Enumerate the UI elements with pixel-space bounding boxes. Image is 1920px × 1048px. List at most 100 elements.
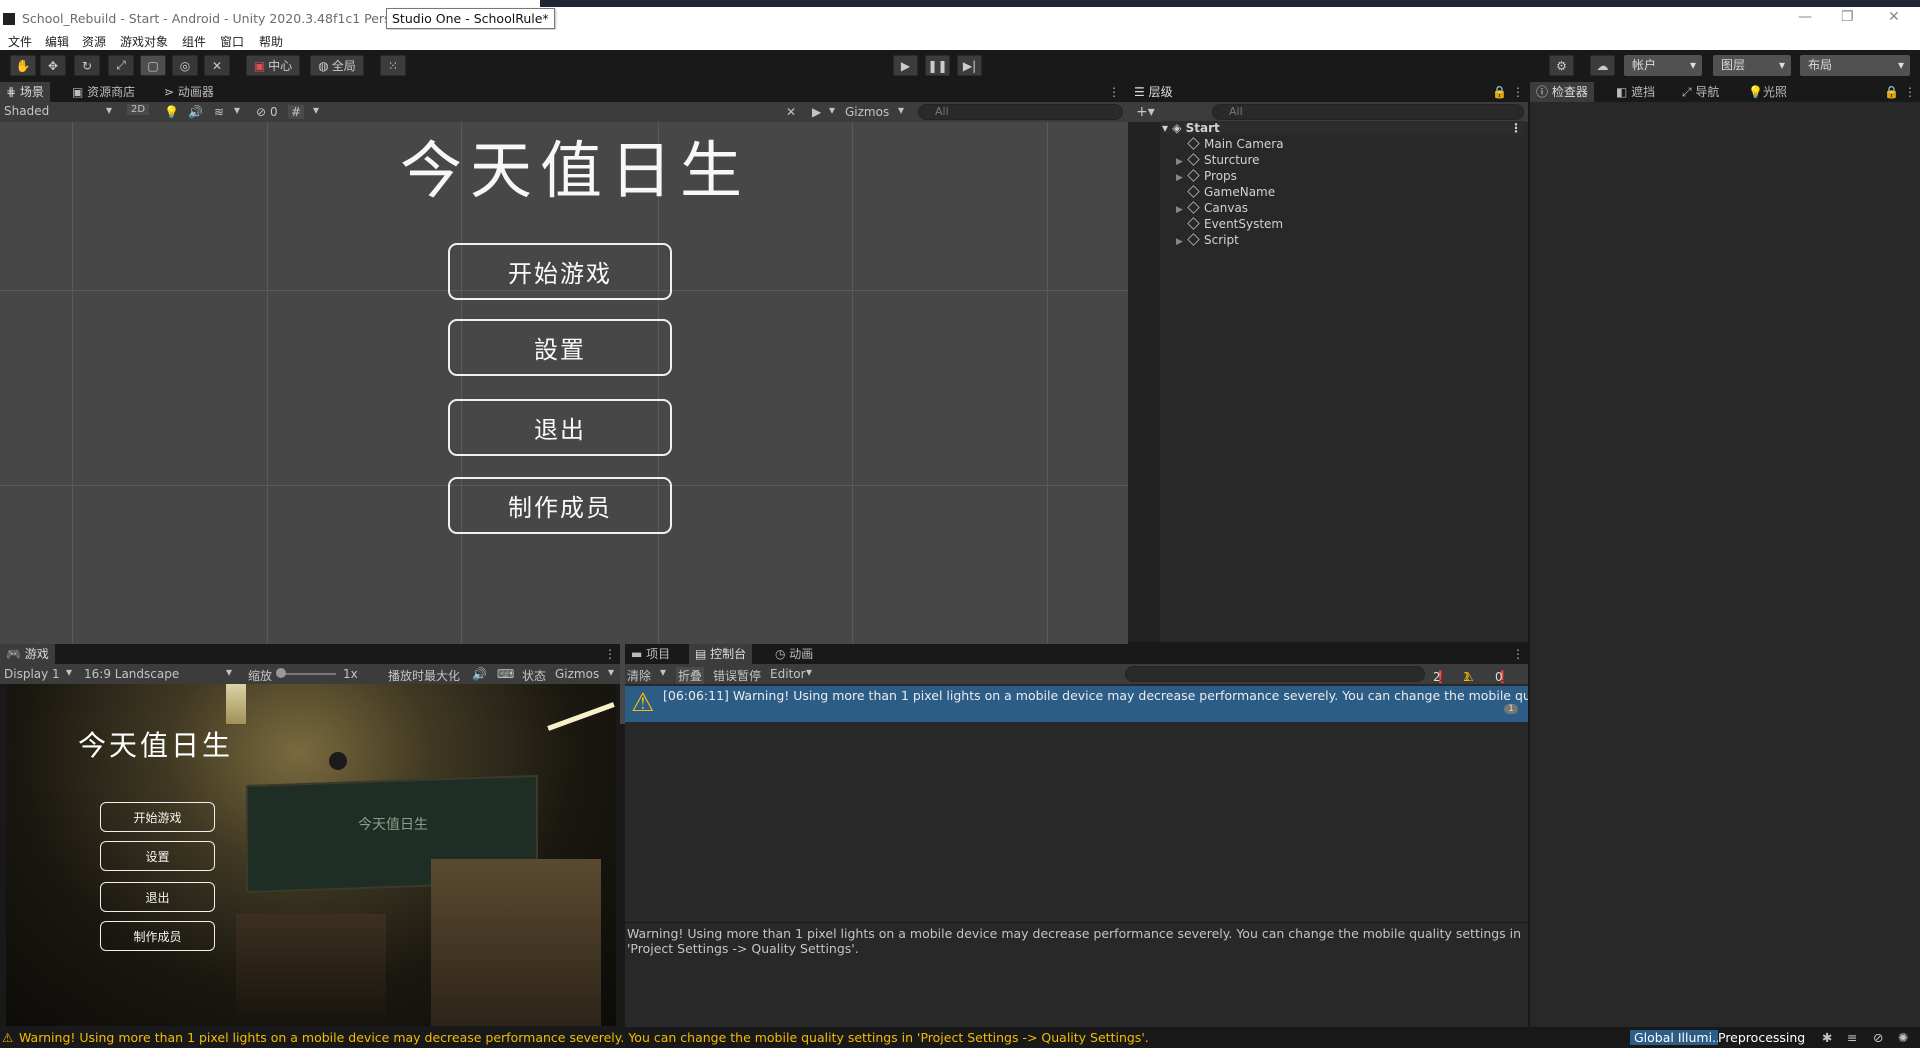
stats-toggle[interactable]: 状态 bbox=[522, 667, 546, 684]
menu-window[interactable]: 窗口 bbox=[220, 33, 244, 50]
hidden-objects-icon[interactable]: ⊘ bbox=[256, 105, 266, 119]
scene-start-button[interactable]: 开始游戏 bbox=[448, 243, 672, 300]
tab-scene[interactable]: ⋕ 场景 bbox=[0, 82, 50, 102]
collapse-toggle[interactable]: 折叠 bbox=[676, 667, 705, 684]
effects-icon[interactable]: ≋ bbox=[214, 105, 224, 119]
cloud-icon[interactable]: ☁ bbox=[1590, 55, 1615, 76]
hierarchy-item[interactable]: GameName bbox=[1176, 185, 1275, 199]
close-button[interactable]: ✕ bbox=[1888, 9, 1900, 25]
hierarchy-search-input[interactable]: All bbox=[1212, 104, 1524, 120]
hierarchy-item[interactable]: ▶ Script bbox=[1176, 233, 1239, 247]
expand-arrow-icon[interactable]: ▶ bbox=[1176, 173, 1188, 183]
scene-viewport[interactable]: 今天值日生 开始游戏 設置 退出 制作成员 bbox=[0, 122, 1128, 724]
display-dropdown[interactable]: Display 1 bbox=[4, 667, 60, 681]
game-settings-button[interactable]: 设置 bbox=[100, 841, 215, 871]
tab-project[interactable]: ▬ 项目 bbox=[631, 644, 670, 664]
scene-search-input[interactable]: All bbox=[918, 104, 1123, 120]
auto-generate-icon[interactable]: ⊘ bbox=[1873, 1030, 1883, 1045]
scale-slider-handle[interactable] bbox=[276, 668, 286, 678]
expand-arrow-icon[interactable]: ▶ bbox=[1176, 237, 1188, 247]
mute-audio-icon[interactable]: 🔊 bbox=[472, 667, 487, 681]
scale-slider[interactable] bbox=[278, 673, 336, 675]
lock-icon[interactable]: 🔒 bbox=[1492, 82, 1507, 102]
move-tool-icon[interactable]: ✥ bbox=[40, 55, 66, 76]
menu-file[interactable]: 文件 bbox=[8, 33, 32, 50]
tab-hierarchy[interactable]: ☰ 层级 bbox=[1128, 82, 1528, 102]
menu-gameobject[interactable]: 游戏对象 bbox=[120, 33, 168, 50]
tab-asset-store[interactable]: ▣ 资源商店 bbox=[72, 82, 135, 102]
2d-toggle[interactable]: 2D bbox=[127, 104, 150, 115]
lock-icon[interactable]: 🔒 bbox=[1884, 82, 1899, 102]
cache-icon[interactable]: ≡ bbox=[1847, 1030, 1857, 1045]
transform-tool-icon[interactable]: ◎ bbox=[172, 55, 198, 76]
aspect-dropdown[interactable]: 16:9 Landscape bbox=[84, 667, 179, 681]
scene-root-row[interactable]: ▾ ◈ Start ⋮ bbox=[1162, 121, 1524, 135]
game-start-button[interactable]: 开始游戏 bbox=[100, 802, 215, 832]
scene-settings-button[interactable]: 設置 bbox=[448, 319, 672, 376]
hierarchy-item[interactable]: Main Camera bbox=[1176, 137, 1284, 151]
debug-icon[interactable]: ✱ bbox=[1822, 1030, 1832, 1045]
tab-lighting[interactable]: 💡光照 bbox=[1748, 82, 1787, 102]
scene-menu-icon[interactable]: ⋮ bbox=[1510, 121, 1522, 135]
clear-button[interactable]: 清除 bbox=[627, 667, 651, 684]
collab-icon[interactable]: ⚙ bbox=[1549, 55, 1574, 76]
custom-tool-icon[interactable]: ✕ bbox=[204, 55, 230, 76]
restore-button[interactable]: ❐ bbox=[1841, 9, 1854, 25]
layers-dropdown[interactable]: 图层 ▾ bbox=[1713, 55, 1791, 76]
maximize-on-play-toggle[interactable]: 播放时最大化 bbox=[388, 667, 460, 684]
keyboard-icon[interactable]: ⌨ bbox=[497, 667, 514, 681]
light-icon[interactable]: 💡 bbox=[164, 105, 179, 119]
scene-exit-button[interactable]: 退出 bbox=[448, 399, 672, 456]
console-entry-row[interactable]: ⚠ [06:06:11] Warning! Using more than 1 … bbox=[625, 686, 1528, 722]
game-credits-button[interactable]: 制作成员 bbox=[100, 921, 215, 951]
layout-dropdown[interactable]: 布局 ▾ bbox=[1800, 55, 1910, 76]
play-button[interactable]: ▶ bbox=[893, 55, 918, 76]
panel-menu-icon[interactable]: ⋮ bbox=[1512, 82, 1524, 102]
global-toggle[interactable]: ◍ 全局 bbox=[310, 55, 364, 76]
game-exit-button[interactable]: 退出 bbox=[100, 882, 215, 912]
console-search-input[interactable] bbox=[1125, 666, 1425, 682]
tab-animation[interactable]: ◷ 动画 bbox=[775, 644, 813, 664]
tab-game[interactable]: 🎮 游戏 bbox=[0, 644, 55, 664]
hierarchy-item[interactable]: ▶ Canvas bbox=[1176, 201, 1248, 215]
hierarchy-item[interactable]: ▶ Sturcture bbox=[1176, 153, 1260, 167]
game-viewport[interactable]: 今天值日生 今天值日生 开始游戏 设置 退出 制作成员 bbox=[6, 684, 616, 1026]
error-pause-toggle[interactable]: 错误暂停 bbox=[713, 667, 761, 684]
status-message[interactable]: Warning! Using more than 1 pixel lights … bbox=[19, 1030, 1149, 1045]
grid-toggle-icon[interactable]: # bbox=[288, 105, 305, 119]
minimize-button[interactable]: — bbox=[1798, 9, 1812, 25]
tools-icon[interactable]: ✕ bbox=[786, 105, 796, 119]
expand-arrow-icon[interactable]: ▶ bbox=[1176, 205, 1188, 215]
gi-progress-label[interactable]: Global Illumi... bbox=[1630, 1030, 1718, 1045]
pivot-toggle[interactable]: ▣ 中心 bbox=[246, 55, 300, 76]
scale-tool-icon[interactable]: ⤢ bbox=[108, 55, 134, 76]
menu-edit[interactable]: 编辑 bbox=[45, 33, 69, 50]
expand-arrow-icon[interactable]: ▶ bbox=[1176, 157, 1188, 167]
tab-occlusion[interactable]: ◧ 遮挡 bbox=[1616, 82, 1655, 102]
camera-icon[interactable]: ▶ bbox=[812, 105, 821, 119]
hierarchy-item[interactable]: ▶ Props bbox=[1176, 169, 1237, 183]
shading-mode-dropdown[interactable]: Shaded bbox=[4, 104, 49, 118]
audio-icon[interactable]: 🔊 bbox=[188, 105, 203, 119]
panel-menu-icon[interactable]: ⋮ bbox=[1512, 644, 1524, 664]
step-button[interactable]: ▶| bbox=[957, 55, 982, 76]
panel-menu-icon[interactable]: ⋮ bbox=[1108, 82, 1120, 102]
tab-animator[interactable]: ⋗ 动画器 bbox=[164, 82, 214, 102]
rect-tool-icon[interactable]: ▢ bbox=[140, 55, 166, 76]
menu-component[interactable]: 组件 bbox=[182, 33, 206, 50]
add-icon[interactable]: +▾ bbox=[1136, 104, 1155, 120]
hand-tool-icon[interactable]: ✋ bbox=[10, 55, 36, 76]
editor-dropdown[interactable]: Editor bbox=[770, 667, 806, 681]
console-divider[interactable] bbox=[625, 922, 1528, 923]
menu-help[interactable]: 帮助 bbox=[259, 33, 283, 50]
tab-console[interactable]: ▤ 控制台 bbox=[689, 644, 753, 664]
gizmos-dropdown[interactable]: Gizmos bbox=[845, 105, 889, 119]
tab-navigation[interactable]: ⤢ 导航 bbox=[1682, 82, 1719, 102]
pause-button[interactable]: ❚❚ bbox=[925, 55, 950, 76]
scene-credits-button[interactable]: 制作成员 bbox=[448, 477, 672, 534]
account-dropdown[interactable]: 帐户 ▾ bbox=[1624, 55, 1702, 76]
game-gizmos-dropdown[interactable]: Gizmos bbox=[555, 667, 599, 681]
tab-inspector[interactable]: ⓘ 检查器 bbox=[1530, 82, 1594, 102]
menu-assets[interactable]: 资源 bbox=[82, 33, 106, 50]
grid-snap-icon[interactable]: ⁙ bbox=[380, 55, 406, 76]
